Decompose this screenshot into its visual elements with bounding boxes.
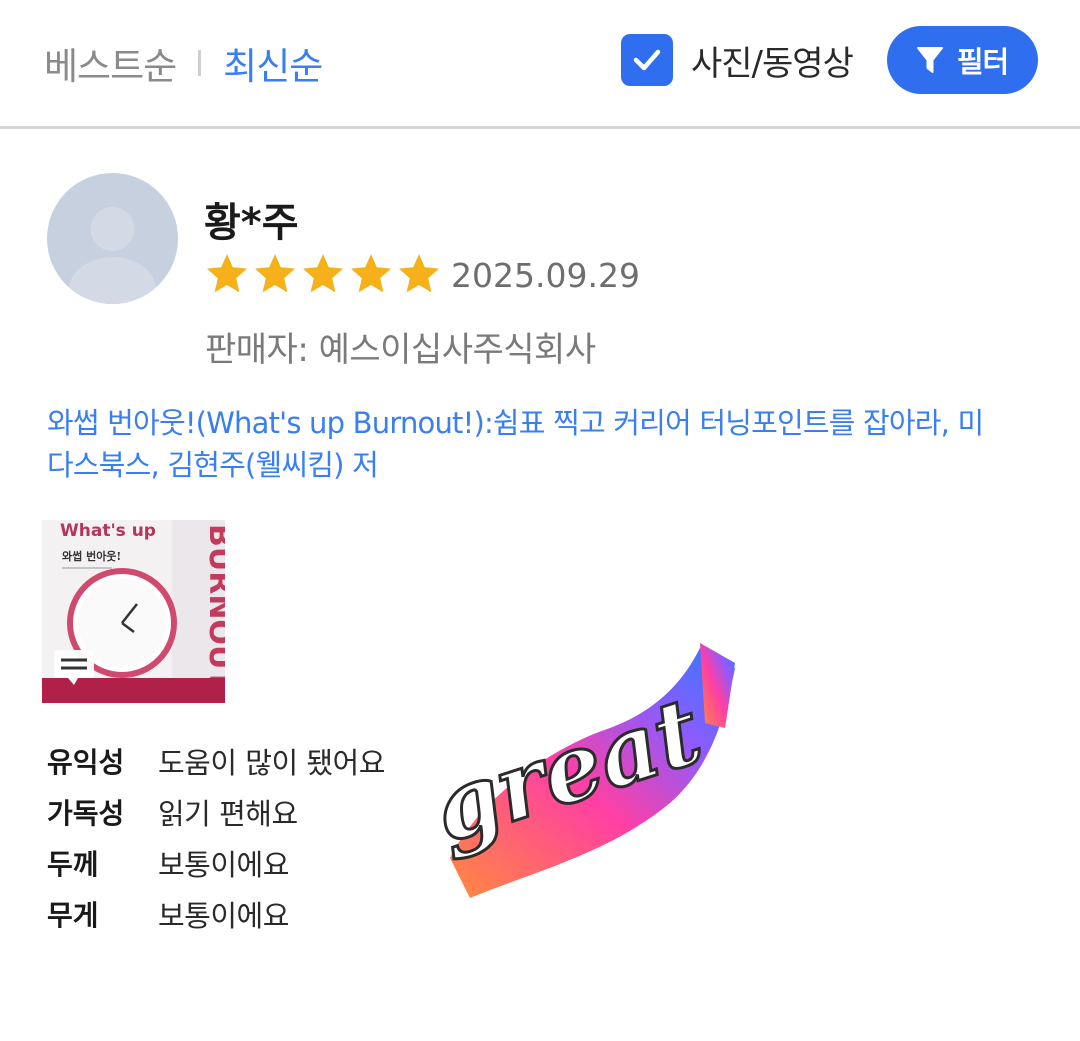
review-photo-thumbnail[interactable]: What's up 와썹 번아웃! BURNOUT! [42,520,225,703]
star-icon [255,254,295,293]
default-user-icon [68,207,157,304]
product-title-link[interactable]: 와썹 번아웃!(What's up Burnout!):쉼표 찍고 커리어 터닝… [47,402,1007,486]
review-date: 2025.09.29 [451,256,640,295]
attribute-key: 두께 [47,847,99,881]
review-attributes: 유익성 도움이 많이 됐어요 가독성 읽기 편해요 두께 보통이에요 무게 보통… [47,735,385,939]
great-sticker: great [419,643,735,898]
photo-video-toggle[interactable]: 사진/동영상 [621,34,854,86]
photo-video-checkbox[interactable] [621,34,673,86]
attribute-row: 유익성 도움이 많이 됐어요 [47,735,385,786]
attribute-key: 무게 [47,898,99,932]
sort-divider [198,50,202,76]
filter-button-label: 필터 [956,45,1009,79]
attribute-value: 보통이에요 [158,847,289,882]
cover-title-en: What's up [60,521,156,541]
attribute-key: 유익성 [47,745,125,779]
seller-info: 판매자: 예스이십사주식회사 [205,330,596,370]
attribute-value: 보통이에요 [158,898,289,933]
reviewer-name: 황*주 [204,200,299,246]
attribute-value: 읽기 편해요 [158,796,298,831]
attribute-row: 가독성 읽기 편해요 [47,786,385,837]
filter-button[interactable]: 필터 [887,26,1038,94]
cover-title-ko: 와썹 번아웃! [62,549,121,563]
funnel-icon [916,47,943,73]
sort-filter-bar: 베스트순 최신순 사진/동영상 필터 [0,0,1080,129]
attribute-row: 무게 보통이에요 [47,888,385,939]
sort-latest-button[interactable]: 최신순 [223,36,323,90]
star-icon [207,254,247,293]
attribute-row: 두께 보통이에요 [47,837,385,888]
avatar [47,173,178,304]
book-cover-image: What's up 와썹 번아웃! BURNOUT! [42,520,225,703]
sort-best-button[interactable]: 베스트순 [44,36,177,90]
attribute-key: 가독성 [47,796,125,830]
sort-options: 베스트순 최신순 [44,36,323,90]
star-icon [399,254,439,293]
check-icon [633,49,661,71]
star-rating [203,252,443,298]
star-icon [351,254,391,293]
star-icon [303,254,343,293]
cover-spine-title: BURNOUT! [202,524,225,703]
attribute-value: 도움이 많이 됐어요 [158,745,385,780]
photo-video-label: 사진/동영상 [691,43,854,84]
